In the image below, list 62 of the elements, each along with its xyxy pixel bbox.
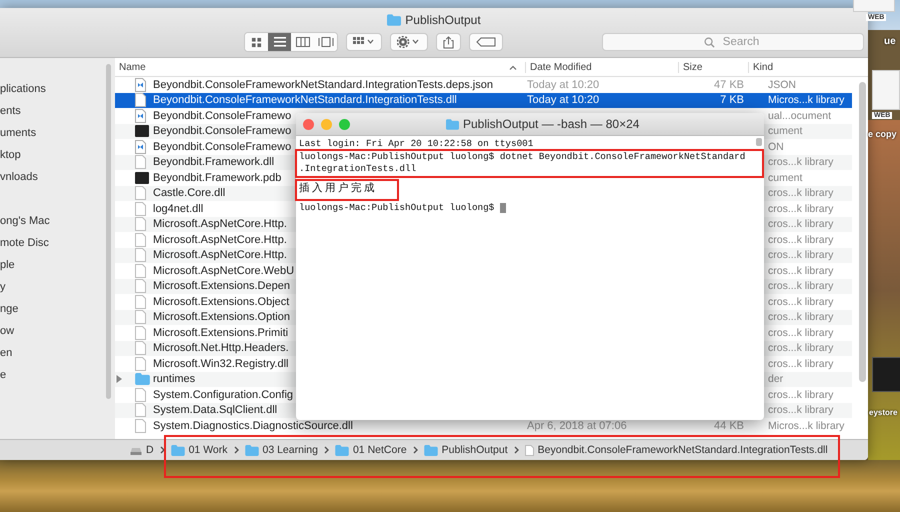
file-kind: cros...k library (768, 202, 834, 215)
file-name: Beyondbit.Framework.dll (153, 156, 274, 168)
file-kind: cros...k library (768, 311, 834, 324)
window-title: PublishOutput (405, 13, 481, 27)
file-name: Microsoft.Net.Http.Headers. (153, 342, 289, 354)
file-name: Microsoft.Extensions.Option (153, 311, 290, 324)
terminal-line: 插入用户完成 (299, 182, 377, 194)
file-name: Microsoft.Extensions.Depen (153, 280, 290, 292)
date-modified: Apr 6, 2018 at 07:06 (527, 420, 627, 432)
file-name: Beyondbit.Framework.pdb (153, 172, 282, 184)
file-name: System.Diagnostics.DiagnosticSource.dll (153, 420, 353, 432)
terminal-line: Last login: Fri Apr 20 10:22:58 on ttys001 (299, 138, 534, 150)
file-kind: Micros...k library (768, 94, 844, 106)
file-name: Beyondbit.ConsoleFramewo (153, 110, 292, 122)
file-kind: der (768, 373, 784, 386)
terminal-line: luolongs-Mac:PublishOutput luolong$ (299, 202, 494, 214)
file-kind: cument (768, 125, 802, 138)
file-name: Beyondbit.ConsoleFramewo (153, 140, 292, 153)
file-name: Microsoft.AspNetCore.Http. (153, 249, 287, 262)
desktop-icon-label: e copy (868, 129, 897, 139)
date-modified: Today at 10:20 (527, 78, 600, 91)
file-kind: cros...k library (768, 187, 834, 200)
file-name: Microsoft.AspNetCore.Http. (153, 234, 287, 246)
file-kind: ual...ocument (768, 110, 832, 122)
file-name: Beyondbit.ConsoleFrameworkNetStandard.IntegrationTests.deps.json (153, 78, 493, 91)
file-kind: cros...k library (768, 404, 834, 416)
file-name: Microsoft.Win32.Registry.dll (153, 358, 288, 370)
file-kind: JSON (768, 78, 796, 91)
file-size: 47 KB (714, 78, 744, 91)
terminal-line: .IntegrationTests.dll (299, 163, 416, 176)
terminal-line: luolongs-Mac:PublishOutput luolong$ dotnet Beyondbit.ConsoleFrameworkNetStandard (299, 150, 746, 163)
file-name: Microsoft.AspNetCore.WebU (153, 264, 294, 277)
file-kind: cros...k library (768, 342, 834, 354)
file-kind: cros...k library (768, 156, 834, 168)
file-kind: cros...k library (768, 326, 834, 339)
file-name: System.Configuration.Config (153, 388, 294, 401)
file-name: runtimes (153, 373, 196, 386)
file-size: 7 KB (720, 94, 744, 106)
file-kind: cros...k library (768, 234, 834, 246)
file-name: Beyondbit.ConsoleFrameworkNetStandard.IntegrationTests.dll (153, 94, 457, 106)
file-name: Microsoft.AspNetCore.Http. (153, 218, 287, 230)
file-name: Castle.Core.dll (153, 187, 226, 200)
file-kind: cros...k library (768, 388, 834, 401)
desktop-icon-label: ue (884, 36, 896, 47)
file-kind: cros...k library (768, 249, 834, 262)
file-kind: cros...k library (768, 296, 834, 308)
file-name: Microsoft.Extensions.Primiti (153, 326, 288, 339)
desktop-icon-label: eystore (869, 408, 898, 417)
file-kind: cros...k library (768, 218, 834, 230)
window-title: PublishOutput — -bash — 80×24 (463, 117, 640, 131)
file-kind: cros...k library (768, 280, 834, 292)
file-kind: cument (768, 172, 802, 184)
file-name: log4net.dll (153, 202, 204, 215)
file-name: Microsoft.Extensions.Object (153, 296, 290, 308)
file-size: 44 KB (714, 420, 744, 432)
file-name: System.Data.SqlClient.dll (153, 404, 278, 416)
file-kind: ON (768, 140, 784, 153)
file-name: Beyondbit.ConsoleFramewo (153, 125, 292, 138)
file-kind: cros...k library (768, 358, 834, 370)
file-kind: cros...k library (768, 264, 834, 277)
date-modified: Today at 10:20 (527, 94, 600, 106)
file-kind: Micros...k library (768, 420, 844, 432)
